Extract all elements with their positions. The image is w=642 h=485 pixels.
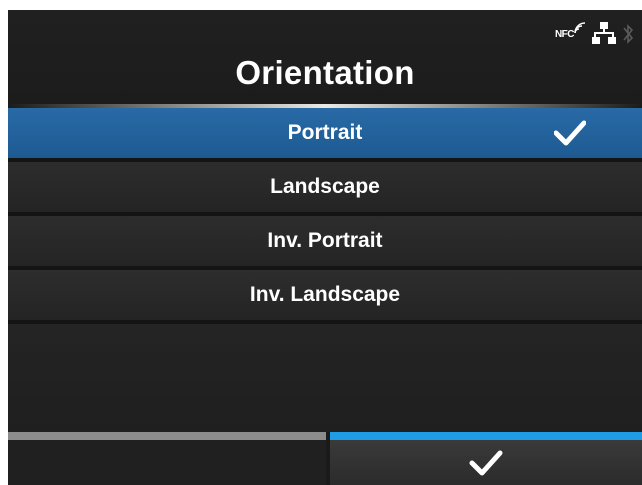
- list-item-inv-landscape[interactable]: Inv. Landscape: [8, 270, 642, 324]
- list-item-portrait[interactable]: Portrait: [8, 108, 642, 162]
- list-item-landscape[interactable]: Landscape: [8, 162, 642, 216]
- list-item-inv-portrait[interactable]: Inv. Portrait: [8, 216, 642, 270]
- confirm-button[interactable]: [330, 432, 642, 485]
- empty-list-area: [8, 324, 642, 432]
- header: NFC Orientation: [8, 10, 642, 106]
- page-title: Orientation: [235, 54, 415, 91]
- list-item-label: Landscape: [270, 175, 380, 198]
- nfc-label: NFC: [554, 29, 575, 40]
- orientation-list: Portrait Landscape Inv. Portrait Inv. La…: [8, 108, 642, 324]
- printer-screen: NFC Orientation Portrait Landscape Inv. …: [8, 10, 642, 485]
- check-icon: [554, 120, 586, 146]
- softkey-left[interactable]: [8, 432, 326, 485]
- nfc-icon: NFC: [555, 22, 586, 42]
- check-icon: [469, 450, 503, 476]
- list-item-label: Inv. Landscape: [249, 283, 401, 306]
- status-bar: NFC: [555, 22, 634, 46]
- list-item-label: Inv. Portrait: [267, 229, 383, 252]
- bluetooth-icon: [623, 24, 634, 44]
- list-item-label: Portrait: [287, 121, 363, 144]
- network-icon: [592, 22, 616, 44]
